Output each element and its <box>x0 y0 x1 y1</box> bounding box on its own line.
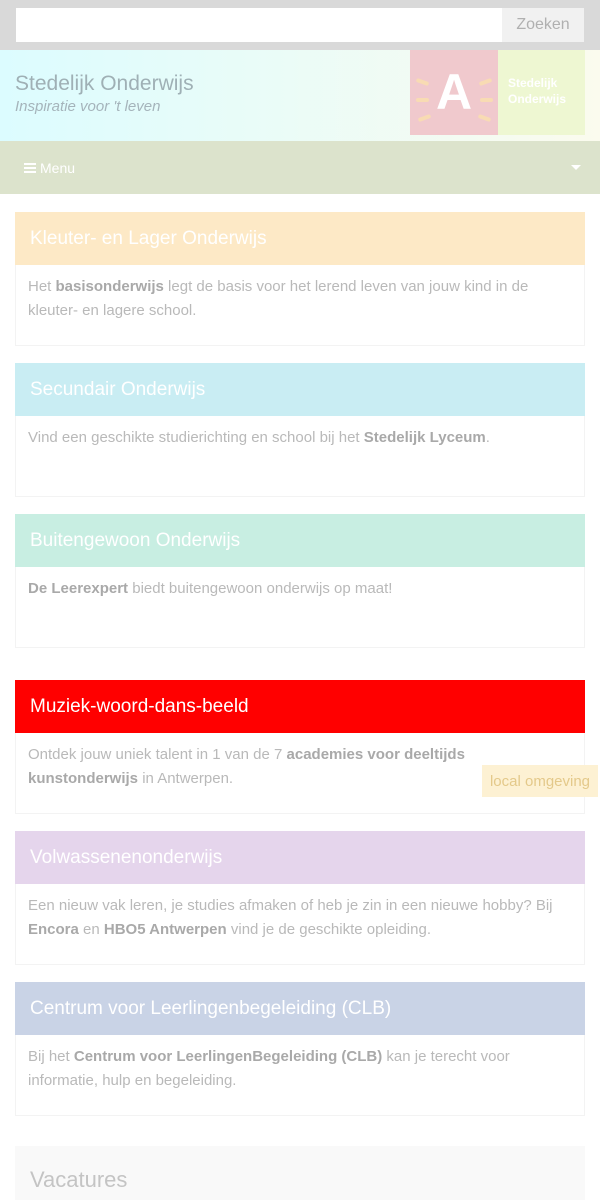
card-body-text: Het <box>28 278 56 295</box>
card-body-text: Bij het <box>28 1048 74 1065</box>
vacatures-title[interactable]: Vacatures <box>30 1167 127 1193</box>
antwerp-logo[interactable]: A <box>410 50 498 135</box>
card-body-link[interactable]: HBO5 Antwerpen <box>104 921 227 938</box>
chevron-down-icon[interactable] <box>571 165 581 170</box>
card-body-text: Vind een geschikte studierichting en sch… <box>28 429 364 446</box>
card-body-link[interactable]: Encora <box>28 921 79 938</box>
card-body-text: biedt buitengewoon onderwijs op maat! <box>128 580 393 597</box>
card-title[interactable]: Buitengewoon Onderwijs <box>15 514 585 567</box>
menu-bar <box>0 141 600 194</box>
site-tagline: Inspiratie voor 't leven <box>15 98 161 115</box>
menu-label: Menu <box>40 160 76 176</box>
card-body: De Leerexpert biedt buitengewoon onderwi… <box>28 577 573 601</box>
card-body: Het basisonderwijs legt de basis voor he… <box>28 275 573 323</box>
logo-letter: A <box>435 64 473 120</box>
logo-text-line1: Stedelijk <box>508 76 558 90</box>
card-body: Bij het Centrum voor LeerlingenBegeleidi… <box>28 1045 573 1093</box>
card-body-link[interactable]: Stedelijk Lyceum <box>364 429 486 446</box>
card-body-text: Ontdek jouw uniek talent in 1 van de 7 <box>28 746 287 763</box>
card-body: Ontdek jouw uniek talent in 1 van de 7 a… <box>28 743 498 791</box>
card-title[interactable]: Volwassenenonderwijs <box>15 831 585 884</box>
card-title[interactable]: Secundair Onderwijs <box>15 363 585 416</box>
card-title[interactable]: Muziek-woord-dans-beeld <box>15 680 585 733</box>
search-button[interactable]: Zoeken <box>502 8 584 42</box>
search-input[interactable] <box>16 8 502 42</box>
menu-toggle[interactable]: Menu <box>24 160 75 176</box>
card-body-text: vind je de geschikte opleiding. <box>226 921 431 938</box>
card-body: Een nieuw vak leren, je studies afmaken … <box>28 894 573 942</box>
card-body-text: in Antwerpen. <box>138 770 234 787</box>
environment-badge: local omgeving <box>482 765 598 797</box>
hamburger-icon <box>24 161 36 175</box>
card-body-text: Een nieuw vak leren, je studies afmaken … <box>28 897 553 914</box>
card-body-link[interactable]: Centrum voor LeerlingenBegeleiding (CLB) <box>74 1048 382 1065</box>
stedelijk-onderwijs-logo[interactable]: Stedelijk Onderwijs <box>498 50 585 135</box>
card-body-link[interactable]: basisonderwijs <box>56 278 164 295</box>
card-title[interactable]: Kleuter- en Lager Onderwijs <box>15 212 585 265</box>
card-title[interactable]: Centrum voor Leerlingenbegeleiding (CLB) <box>15 982 585 1035</box>
card-body: Vind een geschikte studierichting en sch… <box>28 426 573 450</box>
card-body-text: . <box>485 429 490 446</box>
site-title[interactable]: Stedelijk Onderwijs <box>15 72 194 96</box>
card-body-link[interactable]: De Leerexpert <box>28 580 128 597</box>
logo-text-line2: Onderwijs <box>508 92 567 106</box>
card-body-text: en <box>78 921 104 938</box>
